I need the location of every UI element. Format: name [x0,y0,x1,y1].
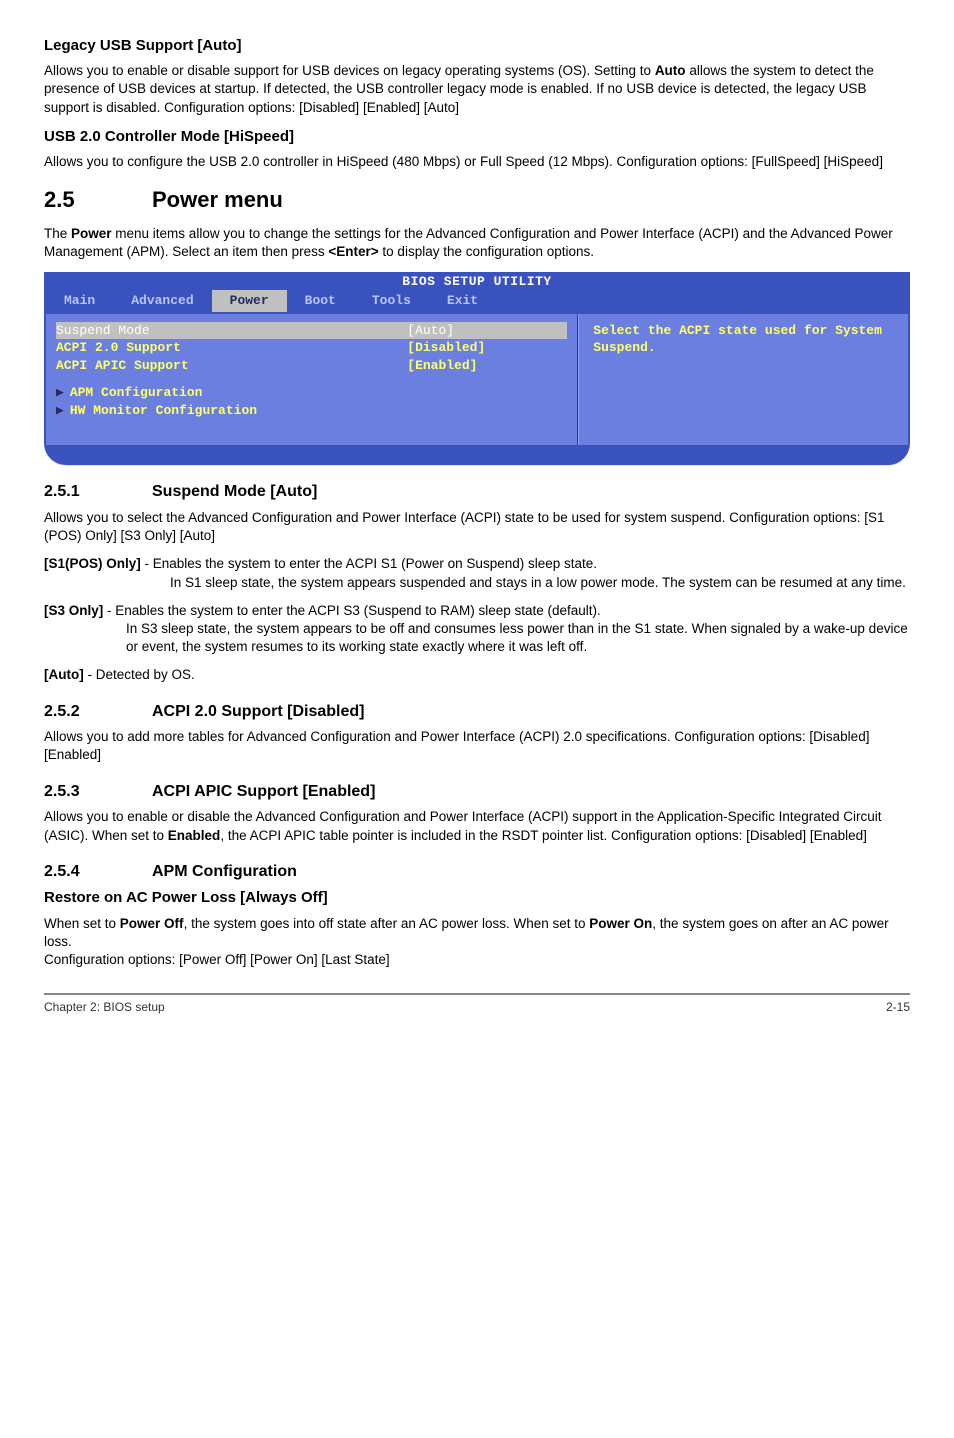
bios-body: Suspend Mode [Auto] ACPI 2.0 Support [Di… [44,314,910,466]
bios-screenshot: BIOS SETUP UTILITY Main Advanced Power B… [44,272,910,466]
para-usb20: Allows you to configure the USB 2.0 cont… [44,153,910,171]
section-number: 2.5.4 [44,861,152,883]
bios-left-panel: Suspend Mode [Auto] ACPI 2.0 Support [Di… [46,314,578,446]
heading-restore-ac: Restore on AC Power Loss [Always Off] [44,888,910,908]
bios-row: Suspend Mode [Auto] [56,322,567,340]
section-number: 2.5.1 [44,481,152,503]
section-title: Power menu [152,187,283,212]
text-bold: <Enter> [328,244,378,259]
section-title: APM Configuration [152,863,297,880]
para-auto: [Auto] - Detected by OS. [44,666,910,684]
text: When set to [44,916,120,931]
heading-2-5-4: 2.5.4APM Configuration [44,861,910,883]
bios-help-panel: Select the ACPI state used for System Su… [578,314,908,446]
text-indent: In S1 sleep state, the system appears su… [170,574,910,592]
heading-2-5-2: 2.5.2ACPI 2.0 Support [Disabled] [44,701,910,723]
triangle-icon: ▶ [56,385,64,400]
bios-title: BIOS SETUP UTILITY [44,272,910,291]
bios-menu-boot: Boot [287,290,354,312]
footer-left: Chapter 2: BIOS setup [44,999,165,1015]
para-2-5-1: Allows you to select the Advanced Config… [44,509,910,545]
page-footer: Chapter 2: BIOS setup 2-15 [44,993,910,1015]
bios-menu-exit: Exit [429,290,496,312]
para-2-5-3: Allows you to enable or disable the Adva… [44,808,910,844]
text-bold: Enabled [168,828,221,843]
para-s3: [S3 Only] - Enables the system to enter … [44,602,910,657]
bios-menu-power: Power [212,290,287,312]
bios-menu-advanced: Advanced [113,290,211,312]
option-label: [Auto] [44,667,84,682]
text-bold: Power On [589,916,652,931]
bios-config-label: APM Configuration [70,385,203,400]
heading-usb20: USB 2.0 Controller Mode [HiSpeed] [44,127,910,147]
para-restore-ac: When set to Power Off, the system goes i… [44,915,910,970]
bios-row: ACPI 2.0 Support [Disabled] [56,339,567,357]
bios-label: ACPI APIC Support [56,357,407,375]
text: - Detected by OS. [84,667,195,682]
text-indent: In S3 sleep state, the system appears to… [126,620,910,656]
section-title: ACPI 2.0 Support [Disabled] [152,703,364,720]
text: - Enables the system to enter the ACPI S… [141,556,597,571]
bios-label: ACPI 2.0 Support [56,339,407,357]
bios-value: [Auto] [407,322,567,340]
text: Allows you to enable or disable support … [44,63,655,78]
bios-config-row: ▶ HW Monitor Configuration [56,402,567,420]
text-bold: Auto [655,63,686,78]
text: , the system goes into off state after a… [184,916,590,931]
text: to display the configuration options. [379,244,594,259]
text: Configuration options: [Power Off] [Powe… [44,952,390,967]
bios-menu-bar: Main Advanced Power Boot Tools Exit [44,290,910,314]
section-title: ACPI APIC Support [Enabled] [152,783,375,800]
para-legacy-usb: Allows you to enable or disable support … [44,62,910,117]
bios-config-label: HW Monitor Configuration [70,403,257,418]
text: , the ACPI APIC table pointer is include… [220,828,867,843]
text-bold: Power Off [120,916,184,931]
section-number: 2.5.3 [44,781,152,803]
section-number: 2.5.2 [44,701,152,723]
option-label: [S3 Only] [44,603,103,618]
section-title: Suspend Mode [Auto] [152,483,317,500]
section-number: 2.5 [44,185,152,215]
para-2-5-2: Allows you to add more tables for Advanc… [44,728,910,764]
footer-right: 2-15 [886,999,910,1015]
bios-menu-tools: Tools [354,290,429,312]
bios-value: [Disabled] [407,339,567,357]
text: - Enables the system to enter the ACPI S… [103,603,601,618]
text-bold: Power [71,226,112,241]
heading-2-5: 2.5Power menu [44,185,910,215]
heading-legacy-usb: Legacy USB Support [Auto] [44,36,910,56]
bios-menu-main: Main [46,290,113,312]
option-label: [S1(POS) Only] [44,556,141,571]
bios-value: [Enabled] [407,357,567,375]
bios-row: ACPI APIC Support [Enabled] [56,357,567,375]
heading-2-5-1: 2.5.1Suspend Mode [Auto] [44,481,910,503]
text: The [44,226,71,241]
bios-label: Suspend Mode [56,322,407,340]
para-s1: [S1(POS) Only] - Enables the system to e… [44,555,910,591]
triangle-icon: ▶ [56,403,64,418]
heading-2-5-3: 2.5.3ACPI APIC Support [Enabled] [44,781,910,803]
para-2-5: The Power menu items allow you to change… [44,225,910,261]
bios-config-row: ▶ APM Configuration [56,384,567,402]
